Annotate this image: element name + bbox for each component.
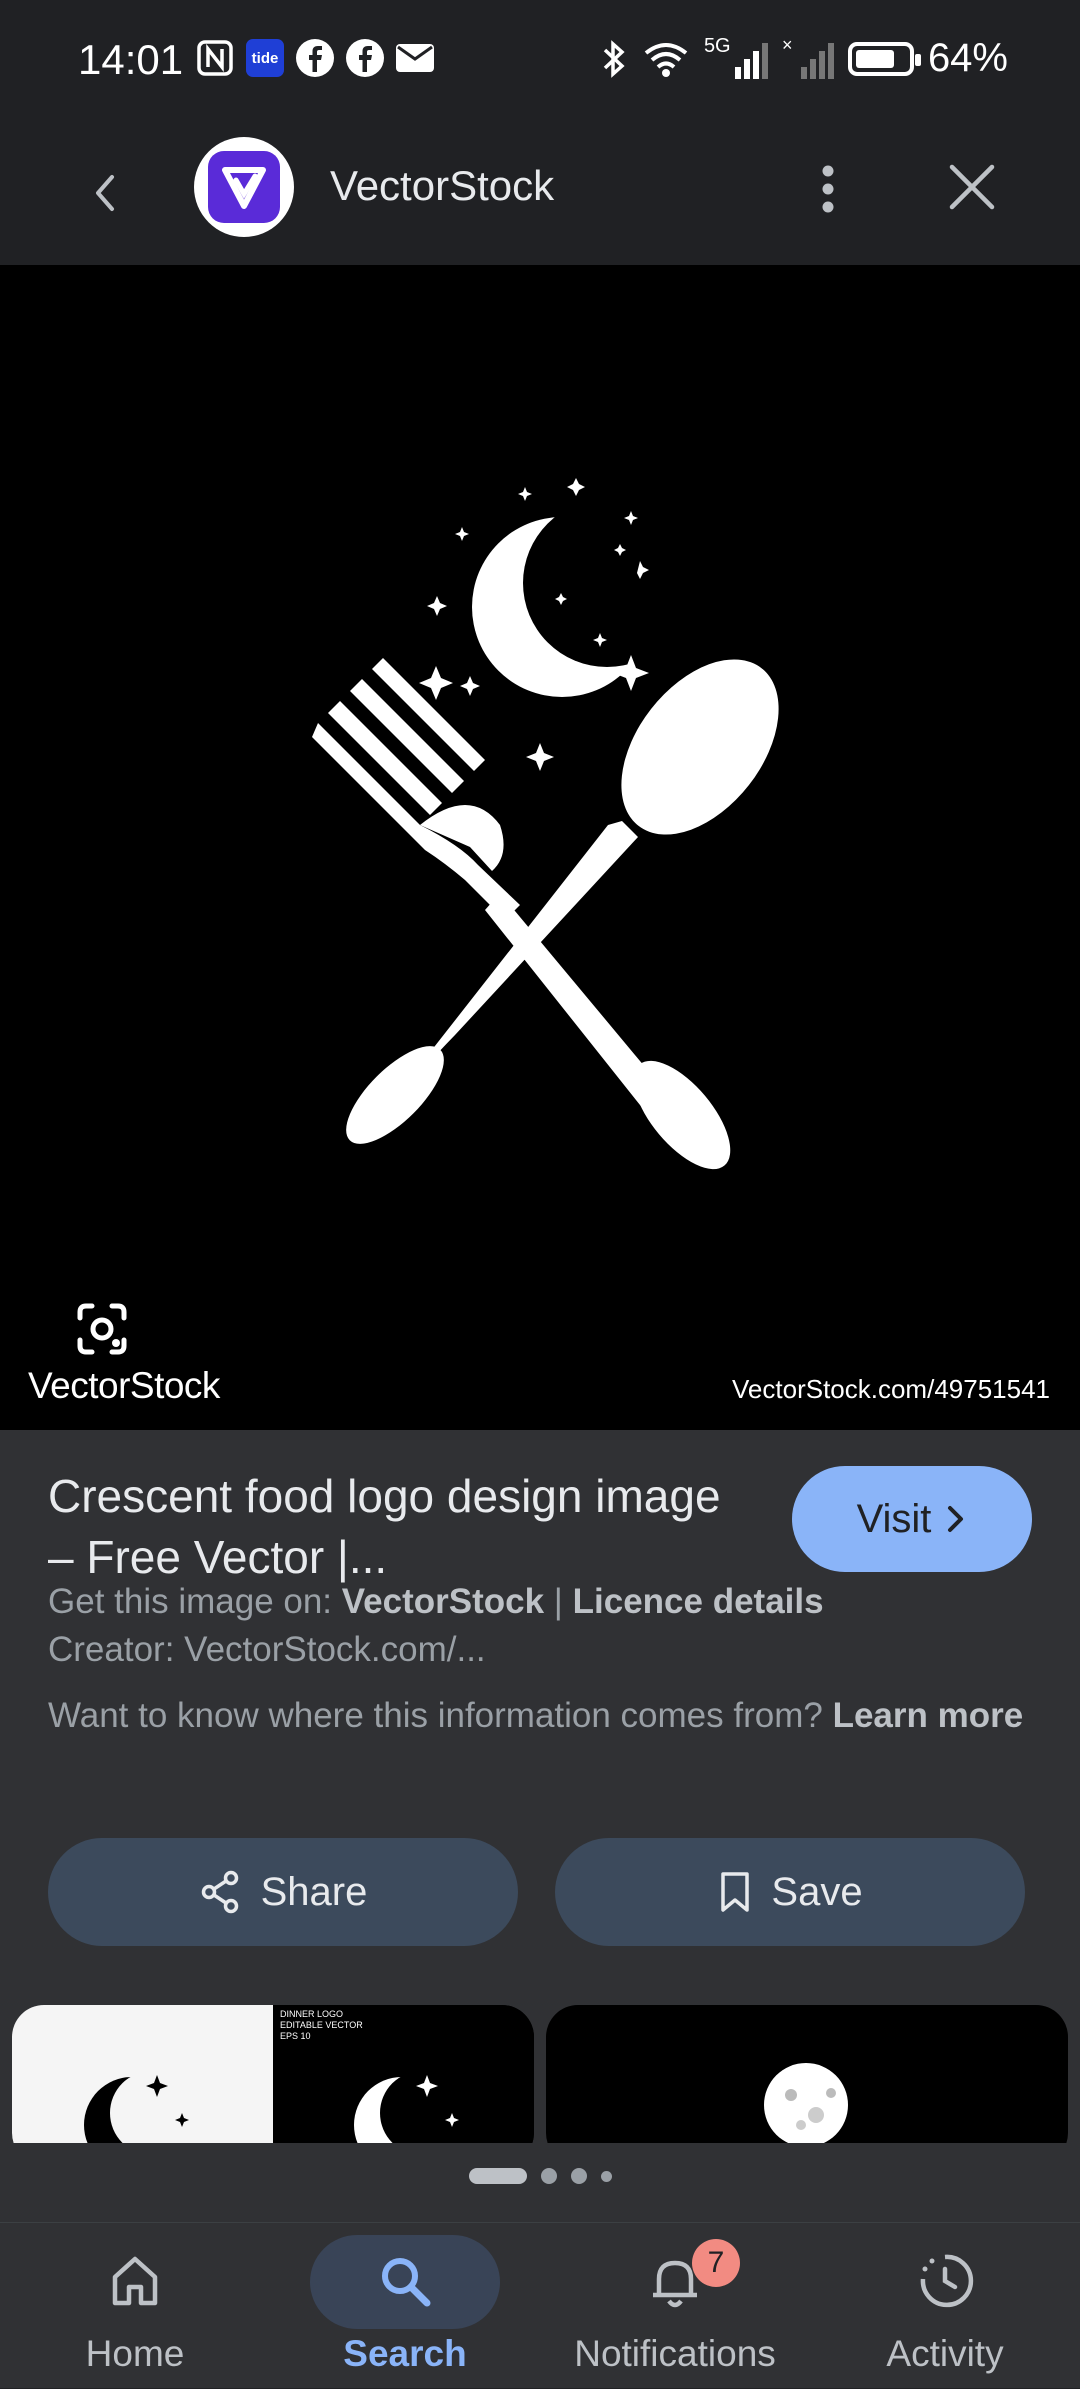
source-separator: | [544, 1582, 573, 1621]
info-source-question: Want to know where this information come… [48, 1696, 833, 1735]
pager-dot [570, 2168, 587, 2184]
learn-more-link[interactable]: Learn more [833, 1696, 1024, 1735]
chevron-right-icon [948, 1506, 964, 1532]
nav-activity[interactable]: Activity [810, 2223, 1080, 2389]
nav-home[interactable]: Home [0, 2223, 270, 2389]
mail-icon [395, 38, 435, 78]
visit-label: Visit [856, 1496, 932, 1541]
tide-label: tide [246, 39, 284, 77]
activity-icon [920, 2254, 974, 2308]
watermark-url: VectorStock.com/49751541 [732, 1374, 1050, 1404]
creator-line: Creator: VectorStock.com/... [48, 1630, 486, 1669]
network-type: 5G [703, 34, 731, 57]
related-image-thumbnail[interactable]: DINNER LOGO EDITABLE VECTOR EPS 10 [12, 2005, 534, 2143]
more-vert-icon [822, 165, 834, 213]
home-icon [112, 2256, 158, 2306]
nav-search-label: Search [343, 2333, 467, 2374]
info-source-text: Want to know where this information come… [48, 1692, 1038, 1740]
share-icon [201, 1870, 238, 1914]
battery-percent: 64% [927, 36, 1008, 80]
source-link[interactable]: VectorStock [342, 1582, 544, 1621]
pager-dot [540, 2168, 557, 2184]
nav-notifications[interactable]: 7 Notifications [540, 2223, 810, 2389]
facebook-icon [295, 38, 335, 78]
status-notification-icons: tide [195, 38, 435, 78]
nfc-icon [195, 38, 235, 78]
notification-badge: 7 [692, 2239, 740, 2287]
crescent-moon-icon [472, 499, 691, 697]
thumb-eps: EPS 10 [280, 2031, 311, 2041]
site-name[interactable]: VectorStock [330, 162, 554, 210]
status-bar: 14:01 tide 5G × 64% [0, 0, 1080, 125]
more-options-button[interactable] [806, 159, 850, 219]
licence-details-link[interactable]: Licence details [573, 1582, 824, 1621]
viewer-header: VectorStock [0, 125, 1080, 265]
signal-noservice-icon: × [782, 35, 834, 79]
watermark-left: VectorStock [28, 1365, 220, 1406]
thumb-caption: DINNER LOGO [280, 2009, 344, 2019]
close-icon [949, 164, 995, 210]
nav-home-label: Home [85, 2333, 185, 2374]
share-button[interactable]: Share [48, 1838, 518, 1946]
wifi-icon [644, 42, 688, 77]
close-button[interactable] [944, 159, 1000, 215]
source-line: Get this image on: VectorStock | Licence… [48, 1582, 824, 1622]
chevron-left-icon [96, 175, 114, 211]
visit-button[interactable]: Visit [792, 1466, 1032, 1572]
share-label: Share [260, 1869, 368, 1914]
nav-notifications-label: Notifications [574, 2333, 776, 2374]
nav-activity-label: Activity [886, 2333, 1004, 2374]
google-lens-button[interactable] [70, 1300, 134, 1360]
related-image-thumbnail[interactable] [546, 2005, 1068, 2143]
bluetooth-icon [603, 39, 625, 78]
result-info-panel: Crescent food logo design image – Free V… [0, 1430, 1080, 2230]
save-label: Save [771, 1869, 863, 1914]
pager-dot-active [468, 2168, 527, 2184]
crescent-food-logo-image [312, 478, 779, 1170]
bottom-navigation: Home Search 7 Notifications Activity [0, 2222, 1080, 2388]
carousel-indicator [0, 2168, 1080, 2184]
status-time: 14:01 [78, 36, 184, 83]
nav-search[interactable]: Search [270, 2223, 540, 2389]
bookmark-icon [721, 1872, 750, 1912]
vectorstock-logo-icon [208, 151, 280, 223]
signal-5g-icon: 5G [704, 35, 768, 79]
related-images-row: DINNER LOGO EDITABLE VECTOR EPS 10 [0, 2005, 1080, 2143]
lens-icon [77, 1303, 127, 1355]
status-system-icons: 5G × 64% [600, 35, 1008, 81]
thumb-subcaption: EDITABLE VECTOR [280, 2020, 363, 2030]
source-prefix: Get this image on: [48, 1582, 342, 1621]
battery-icon [847, 41, 921, 76]
result-title[interactable]: Crescent food logo design image – Free V… [48, 1466, 748, 1588]
spoon-icon [346, 659, 779, 1144]
site-logo[interactable] [194, 137, 294, 237]
facebook-icon [345, 38, 385, 78]
search-icon [382, 2258, 431, 2307]
pager-dot [600, 2170, 612, 2182]
back-button[interactable] [78, 165, 134, 221]
preview-image[interactable] [0, 265, 1080, 1430]
tide-icon: tide [245, 38, 285, 78]
save-button[interactable]: Save [555, 1838, 1025, 1946]
